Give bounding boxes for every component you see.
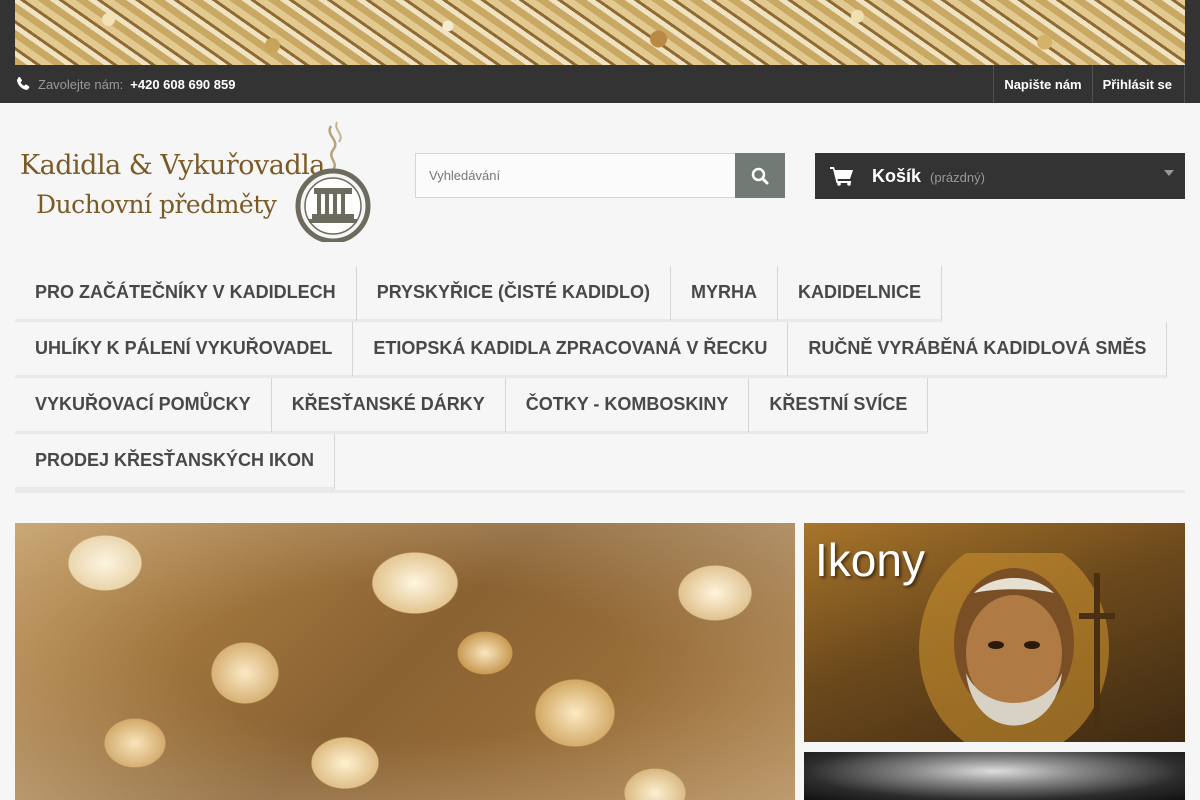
secondary-banner-image[interactable] — [804, 752, 1185, 800]
censer-emblem-icon — [295, 121, 371, 242]
search-button[interactable] — [735, 153, 785, 198]
icons-banner-title: Ikony — [815, 534, 925, 586]
cart-label: Košík — [872, 165, 922, 186]
top-bar: Zavolejte nám: +420 608 690 859 Napište … — [0, 65, 1200, 103]
menu-item-handmade-blend[interactable]: Ručně vyráběná kadidlová směs — [788, 322, 1168, 378]
saint-icon-image — [919, 553, 1115, 742]
search-icon — [751, 167, 769, 184]
cart-button[interactable]: Košík (prázdný) — [815, 153, 1185, 199]
phone-number[interactable]: +420 608 690 859 — [130, 77, 235, 92]
phone-icon — [16, 76, 30, 90]
chevron-down-icon — [1164, 170, 1174, 176]
contact-phone: Zavolejte nám: +420 608 690 859 — [15, 65, 235, 103]
search-input[interactable] — [415, 153, 735, 198]
menu-item-beginners[interactable]: Pro začátečníky v kadidlech — [15, 266, 357, 322]
banner-resin-image[interactable] — [15, 0, 1185, 65]
menu-item-prayer-ropes[interactable]: Čotky - komboskiny — [505, 378, 750, 434]
menu-row-1: Pro začátečníky v kadidlech Pryskyřice (… — [15, 266, 1185, 322]
menu-item-baptism-candles[interactable]: Křestní svíce — [749, 378, 929, 434]
hero-slider-image[interactable] — [15, 523, 795, 800]
menu-item-myrrh[interactable]: Myrha — [671, 266, 779, 322]
search-bar — [415, 153, 785, 198]
sign-in-link[interactable]: Přihlásit se — [1091, 65, 1185, 103]
menu-item-censers[interactable]: Kadidelnice — [778, 266, 943, 322]
logo-line-2: Duchovní předměty — [36, 190, 277, 219]
menu-item-ethiopian-incense[interactable]: Etiopská kadidla zpracovaná v Řecku — [353, 322, 789, 378]
logo-line-1: Kadidla & Vykuřovadla — [20, 150, 325, 181]
cart-icon — [830, 167, 853, 186]
call-prefix: Zavolejte nám: — [38, 76, 124, 92]
menu-item-resins[interactable]: Pryskyřice (čisté kadidlo) — [356, 266, 672, 322]
menu-item-charcoal[interactable]: Uhlíky k pálení vykuřovadel — [15, 322, 354, 378]
menu-item-icons[interactable]: Prodej křesťanských ikon — [15, 434, 336, 490]
icons-banner[interactable]: Ikony — [804, 523, 1185, 742]
menu-item-christian-gifts[interactable]: Křesťanské dárky — [271, 378, 506, 434]
top-nav: Napište nám Přihlásit se — [993, 65, 1185, 103]
site-logo[interactable]: Kadidla & Vykuřovadla Duchovní předměty — [15, 118, 380, 243]
menu-row-3: Vykuřovací pomůcky Křesťanské dárky Čotk… — [15, 378, 1185, 434]
top-banner[interactable] — [0, 0, 1200, 65]
menu-item-accessories[interactable]: Vykuřovací pomůcky — [15, 378, 272, 434]
contact-us-link[interactable]: Napište nám — [993, 65, 1091, 103]
menu-row-2: Uhlíky k pálení vykuřovadel Etiopská kad… — [15, 322, 1185, 378]
menu-row-4: Prodej křesťanských ikon — [15, 434, 1185, 490]
main-menu: Pro začátečníky v kadidlech Pryskyřice (… — [15, 266, 1185, 493]
cart-status: (prázdný) — [930, 170, 985, 185]
